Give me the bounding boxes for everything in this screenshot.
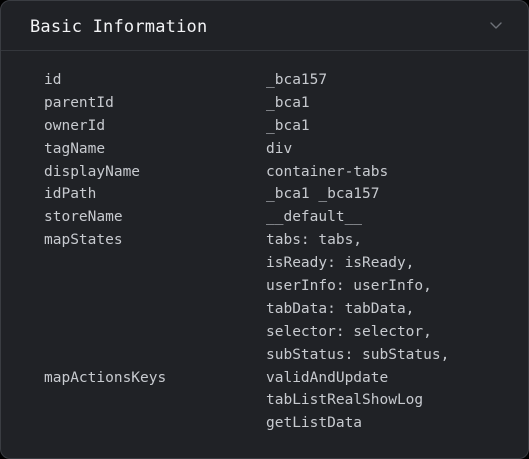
property-value: subStatus: subStatus,	[266, 346, 450, 363]
property-value: __default__	[266, 209, 363, 226]
property-key: mapActionsKeys	[44, 369, 167, 386]
property-value: _bca157	[266, 72, 328, 88]
property-value: div	[266, 140, 293, 157]
property-value: _bca1	[266, 94, 310, 111]
property-key: mapStates	[44, 232, 123, 249]
property-value: isReady: isReady,	[266, 255, 415, 272]
chevron-down-icon[interactable]	[488, 17, 504, 33]
property-value: _bca1 _bca157	[266, 186, 380, 203]
property-value: validAndUpdate	[266, 369, 389, 386]
basic-information-panel: Basic Information id _bca157 parentId _b…	[0, 0, 529, 459]
property-value: selector: selector,	[266, 323, 432, 340]
property-key: storeName	[44, 209, 123, 226]
property-value: getListData	[266, 415, 363, 432]
property-key: parentId	[44, 94, 114, 111]
property-value: container-tabs	[266, 163, 389, 180]
property-value: userInfo: userInfo,	[266, 278, 432, 295]
property-key: id	[44, 72, 62, 88]
property-key: ownerId	[44, 117, 106, 134]
property-value: tabData: tabData,	[266, 300, 415, 317]
property-key: idPath	[44, 186, 97, 203]
panel-header[interactable]: Basic Information	[1, 1, 528, 51]
property-value: tabListRealShowLog	[266, 392, 424, 409]
property-key: tagName	[44, 140, 106, 157]
panel-title: Basic Information	[30, 17, 208, 37]
property-value: _bca1	[266, 117, 310, 134]
property-value: tabs: tabs,	[266, 232, 363, 249]
property-key: displayName	[44, 163, 141, 180]
